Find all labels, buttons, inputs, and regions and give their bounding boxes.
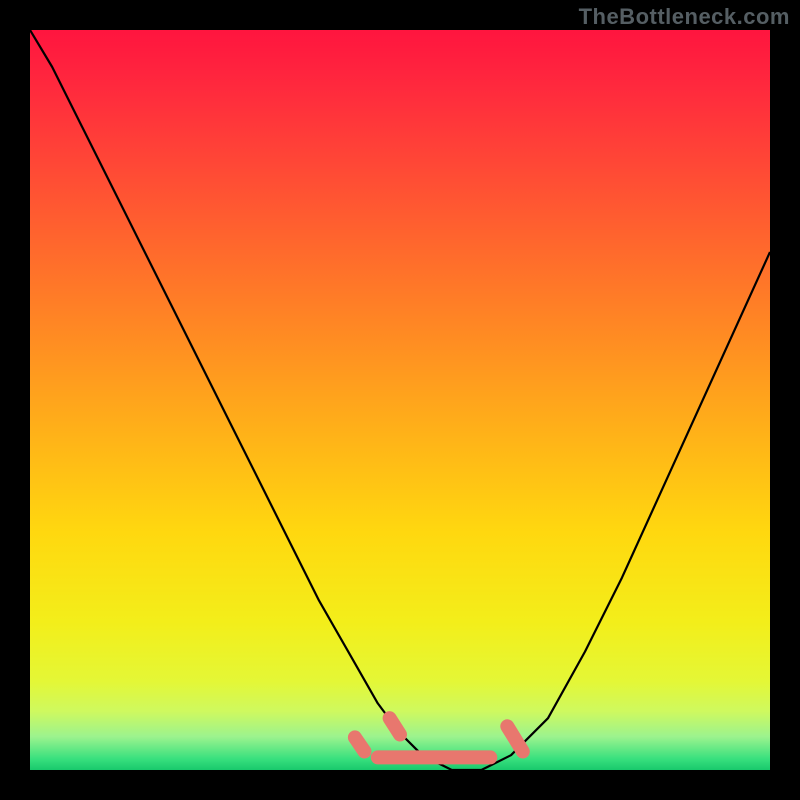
- app-frame: TheBottleneck.com: [0, 0, 800, 800]
- gradient-background: [30, 30, 770, 770]
- watermark-text: TheBottleneck.com: [579, 4, 790, 30]
- chart-plot-area: [30, 30, 770, 770]
- chart-svg: [30, 30, 770, 770]
- highlight-mark: [390, 718, 400, 734]
- highlight-mark: [355, 737, 365, 751]
